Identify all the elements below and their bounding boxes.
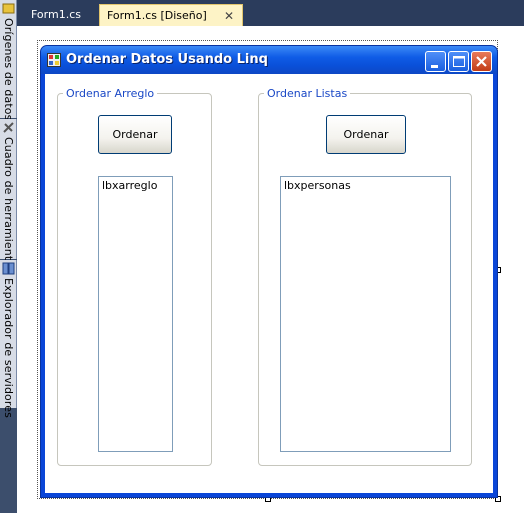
maximize-button[interactable] xyxy=(448,51,469,72)
ordenar-arreglo-button-label: Ordenar xyxy=(112,128,158,141)
server-explorer-icon xyxy=(2,262,15,275)
side-tab-data-sources-label: Orígenes de datos xyxy=(2,18,15,121)
minimize-button[interactable] xyxy=(425,51,446,72)
tab-form1-code[interactable]: Form1.cs xyxy=(24,4,94,26)
minimize-icon xyxy=(431,65,438,68)
tab-form1-code-label: Form1.cs xyxy=(31,8,81,21)
side-tab-server-explorer-label: Explorador de servidores xyxy=(2,278,15,418)
maximize-icon xyxy=(453,56,465,67)
data-sources-icon xyxy=(2,3,15,14)
side-tab-data-sources[interactable]: Orígenes de datos xyxy=(0,0,17,121)
groupbox-ordenar-listas-legend: Ordenar Listas xyxy=(264,87,351,100)
close-icon xyxy=(476,56,487,67)
ordenar-listas-button[interactable]: Ordenar xyxy=(326,115,406,154)
side-tab-server-explorer[interactable]: Explorador de servidores xyxy=(0,260,17,418)
lbxarreglo-listbox-text: lbxarreglo xyxy=(102,179,158,192)
tab-form1-design[interactable]: Form1.cs [Diseño] ✕ xyxy=(99,4,243,26)
ordenar-listas-button-label: Ordenar xyxy=(343,128,389,141)
groupbox-ordenar-arreglo-legend: Ordenar Arreglo xyxy=(63,87,158,100)
document-tab-bar: Form1.cs Form1.cs [Diseño] ✕ xyxy=(17,0,524,26)
side-tab-toolbox-label: Cuadro de herramientas xyxy=(2,137,15,273)
groupbox-ordenar-listas: Ordenar Listas Ordenar lbxpersonas xyxy=(258,87,472,466)
tab-form1-design-label: Form1.cs [Diseño] xyxy=(107,9,207,22)
side-tab-toolbox[interactable]: Cuadro de herramientas xyxy=(0,119,17,273)
lbxpersonas-listbox[interactable]: lbxpersonas xyxy=(280,176,451,452)
groupbox-ordenar-arreglo: Ordenar Arreglo Ordenar lbxarreglo xyxy=(57,87,212,466)
ordenar-arreglo-button[interactable]: Ordenar xyxy=(98,115,172,154)
close-tab-icon[interactable]: ✕ xyxy=(224,5,234,27)
tool-window-strip: Orígenes de datos Cuadro de herramientas… xyxy=(0,0,17,513)
form-titlebar[interactable]: Ordenar Datos Usando Linq xyxy=(41,46,497,74)
form-title: Ordenar Datos Usando Linq xyxy=(66,52,268,67)
lbxarreglo-listbox[interactable]: lbxarreglo xyxy=(98,176,173,452)
close-button[interactable] xyxy=(471,51,492,72)
form-icon xyxy=(47,53,61,67)
toolbox-icon xyxy=(3,122,14,133)
lbxpersonas-listbox-text: lbxpersonas xyxy=(284,179,351,192)
form-client-area: Ordenar Arreglo Ordenar lbxarreglo Orden… xyxy=(45,74,493,493)
form-window[interactable]: Ordenar Datos Usando Linq Ordenar Arregl… xyxy=(40,45,498,498)
